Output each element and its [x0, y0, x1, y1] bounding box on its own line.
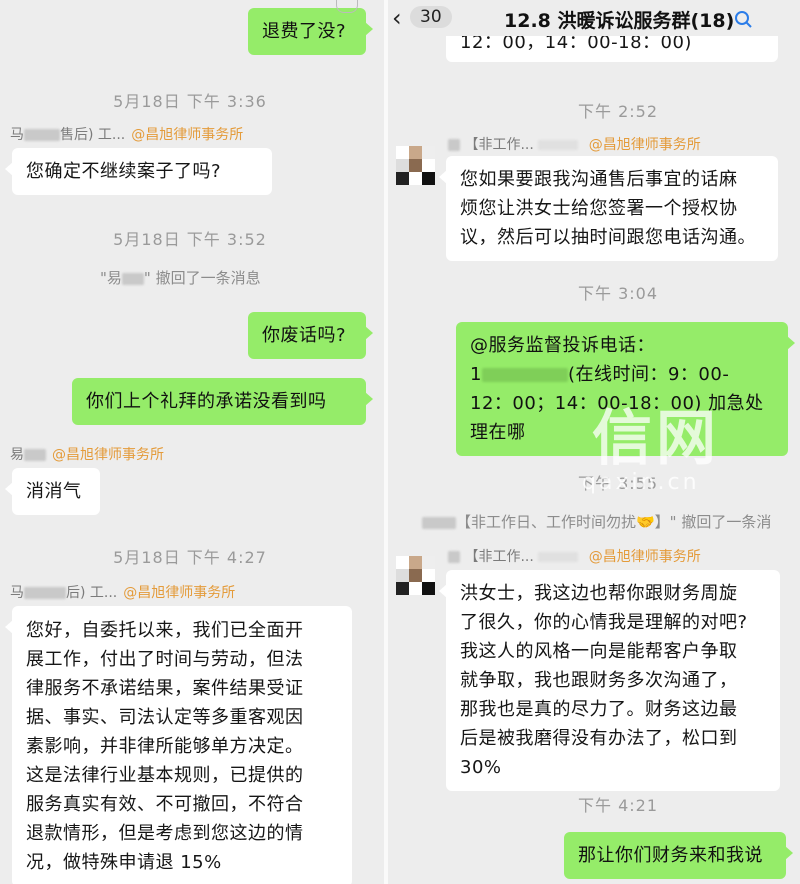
watermark-url: qaxin.cn [582, 470, 700, 495]
message-line: 我这人的风格一向是能帮客户争取 [460, 641, 738, 662]
recall-notice: 【非工作日、工作时间勿扰🤝】" 撤回了一条消 [422, 511, 771, 532]
message-bubble-promise[interactable]: 你们上个礼拜的承诺没看到吗 [72, 378, 373, 425]
message-text: 消消气 [26, 481, 82, 502]
message-line: 您好，自委托以来，我们已全面开 [26, 620, 304, 641]
timestamp: 下午 2:52 [577, 102, 659, 121]
message-line: 这是法律行业基本规则，已提供的 [26, 765, 304, 786]
sender-name: 【非工作... @昌旭律师事务所 [448, 134, 701, 154]
message-bubble-authorization[interactable]: 您如果要跟我沟通售后事宜的话麻 烦您让洪女士给您签署一个授权协 议，然后可以抽时… [439, 156, 778, 261]
message-line: 后是被我磨得没有办法了，松口到 [460, 728, 738, 749]
message-line: 服务真实有效、不可撤回，不符合 [26, 794, 304, 815]
message-line: 律服务不承诺结果，案件结果受证 [26, 678, 304, 699]
message-line: 议，然后可以抽时间跟您电话沟通。 [460, 227, 756, 248]
avatar-mosaic[interactable] [396, 556, 436, 608]
message-line: 洪女士，我这边也帮你跟财务周旋 [460, 583, 738, 604]
sender-name: 易 @昌旭律师事务所 [10, 447, 164, 463]
message-bubble-nonsense[interactable]: 你废话吗? [248, 312, 373, 359]
recall-notice: "易 " 撤回了一条消息 [100, 269, 261, 287]
message-bubble-finance-come[interactable]: 那让你们财务来和我说 [564, 832, 793, 879]
message-text: 你们上个礼拜的承诺没看到吗 [86, 391, 327, 412]
group-search-icon[interactable] [734, 10, 754, 30]
scroll-down-icon[interactable] [336, 0, 358, 13]
timestamp: 下午 3:04 [577, 284, 659, 303]
message-line: 30% [460, 757, 502, 778]
left-chat-panel: 退费了没? 5月18日 下午 3:36 马售后) 工... @昌旭律师事务所 您确… [0, 0, 384, 884]
message-line: 况，做特殊申请退 15% [26, 852, 222, 873]
back-chevron-icon[interactable]: ‹ [392, 4, 402, 32]
sender-name: 马后) 工... @昌旭律师事务所 [10, 585, 236, 601]
message-text: 你废话吗? [262, 325, 347, 346]
unread-count-badge[interactable]: 30 [410, 6, 452, 28]
sender-name: 【非工作... @昌旭律师事务所 [448, 546, 701, 566]
timestamp: 5月18日 下午 4:27 [113, 548, 267, 567]
timestamp: 5月18日 下午 3:36 [113, 92, 267, 111]
message-text: 那让你们财务来和我说 [578, 845, 763, 866]
message-bubble-refund[interactable]: 退费了没? [248, 8, 373, 55]
message-line: @服务监督投诉电话： [470, 335, 655, 356]
message-line: 了很久，你的心情我是理解的对吧? [460, 612, 748, 633]
chat-header: ‹ 30 12.8 洪暖诉讼服务群(18) [388, 0, 800, 36]
message-bubble-long[interactable]: 您好，自委托以来，我们已全面开 展工作，付出了时间与劳动，但法 律服务不承诺结果… [5, 606, 352, 884]
message-line: 那我也是真的尽力了。财务这边最 [460, 699, 738, 720]
sender-name: 马售后) 工... @昌旭律师事务所 [10, 127, 244, 143]
message-line: 展工作，付出了时间与劳动，但法 [26, 649, 304, 670]
message-line: 1 (在线时间：9：00- [470, 364, 730, 385]
message-line: 退款情形，但是考虑到您这边的情 [26, 823, 304, 844]
timestamp: 5月18日 下午 3:52 [113, 230, 267, 249]
message-text: 您确定不继续案子了吗? [26, 161, 222, 182]
message-line: 就争取，我也跟财务多次沟通了， [460, 670, 738, 691]
message-text: 退费了没? [262, 21, 347, 42]
timestamp: 下午 4:21 [577, 796, 659, 815]
message-bubble-continue[interactable]: 您确定不继续案子了吗? [5, 148, 272, 195]
message-line: 您如果要跟我沟通售后事宜的话麻 [460, 169, 738, 190]
message-bubble-finance[interactable]: 洪女士，我这边也帮你跟财务周旋 了很久，你的心情我是理解的对吧? 我这人的风格一… [439, 570, 780, 791]
chat-title: 12.8 洪暖诉讼服务群(18) [504, 10, 735, 32]
watermark-logo: 信网 [592, 404, 720, 474]
message-line: 据、事实、司法认定等多重客观因 [26, 707, 304, 728]
avatar-mosaic[interactable] [396, 146, 436, 198]
message-line: 素影响，并非律所能够单方决定。 [26, 736, 304, 757]
message-bubble-calm[interactable]: 消消气 [5, 468, 100, 515]
message-line: 烦您让洪女士给您签署一个授权协 [460, 198, 738, 219]
